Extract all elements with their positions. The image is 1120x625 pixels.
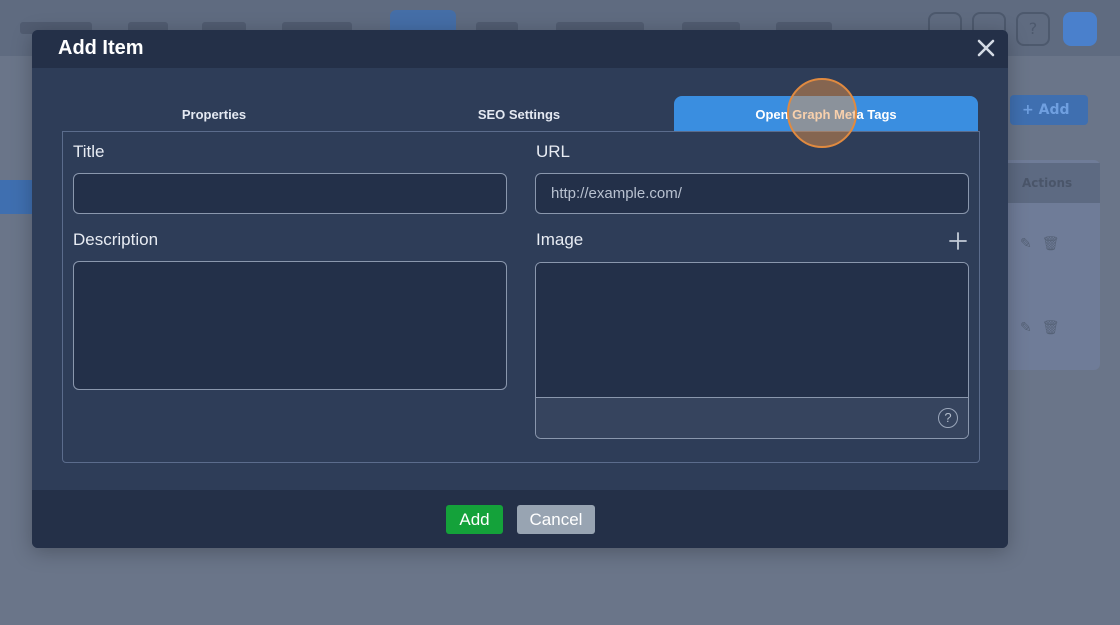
tab-seo-settings[interactable]: SEO Settings (367, 96, 671, 132)
image-field-footer: ? (536, 398, 968, 438)
description-label: Description (73, 230, 159, 249)
description-field[interactable] (73, 261, 507, 390)
question-circle-icon[interactable]: ? (938, 408, 958, 428)
url-field[interactable] (535, 173, 969, 214)
add-item-modal: Add Item Properties SEO Settings Open Gr… (32, 30, 1008, 548)
add-image-button[interactable] (948, 231, 968, 251)
background-sidebar-item (0, 300, 32, 314)
close-button[interactable] (974, 36, 998, 60)
title-field[interactable] (73, 173, 507, 214)
background-sidebar-item-active (0, 180, 32, 214)
background-sidebar-item (0, 84, 32, 98)
plus-icon (949, 232, 967, 250)
modal-header: Add Item (32, 30, 1008, 68)
open-graph-tab-panel: Title URL Description Image ? (62, 131, 980, 463)
close-icon (977, 39, 995, 57)
add-button[interactable]: Add (446, 505, 503, 534)
modal-footer: Add Cancel (32, 490, 1008, 548)
background-row-action-icons: ✎🗑 (1020, 236, 1070, 252)
image-label: Image (536, 230, 584, 249)
title-label: Title (73, 142, 105, 161)
modal-title: Add Item (58, 37, 144, 59)
modal-tabs: Properties SEO Settings Open Graph Meta … (62, 96, 980, 132)
url-label: URL (536, 142, 571, 161)
image-drop-area[interactable] (536, 263, 968, 398)
image-field: ? (535, 262, 969, 439)
background-add-button: + Add (1010, 95, 1088, 125)
background-help-icon: ? (1016, 12, 1050, 46)
background-actions-header: Actions (1008, 163, 1100, 203)
background-sidebar (0, 72, 32, 352)
cancel-button[interactable]: Cancel (517, 505, 595, 534)
background-sidebar-item (0, 138, 32, 152)
background-row-action-icons: ✎🗑 (1020, 320, 1070, 336)
background-sidebar-item (0, 246, 32, 260)
tab-properties[interactable]: Properties (62, 96, 366, 132)
background-gear-icon (1063, 12, 1097, 46)
tab-open-graph-meta-tags[interactable]: Open Graph Meta Tags (674, 96, 978, 132)
